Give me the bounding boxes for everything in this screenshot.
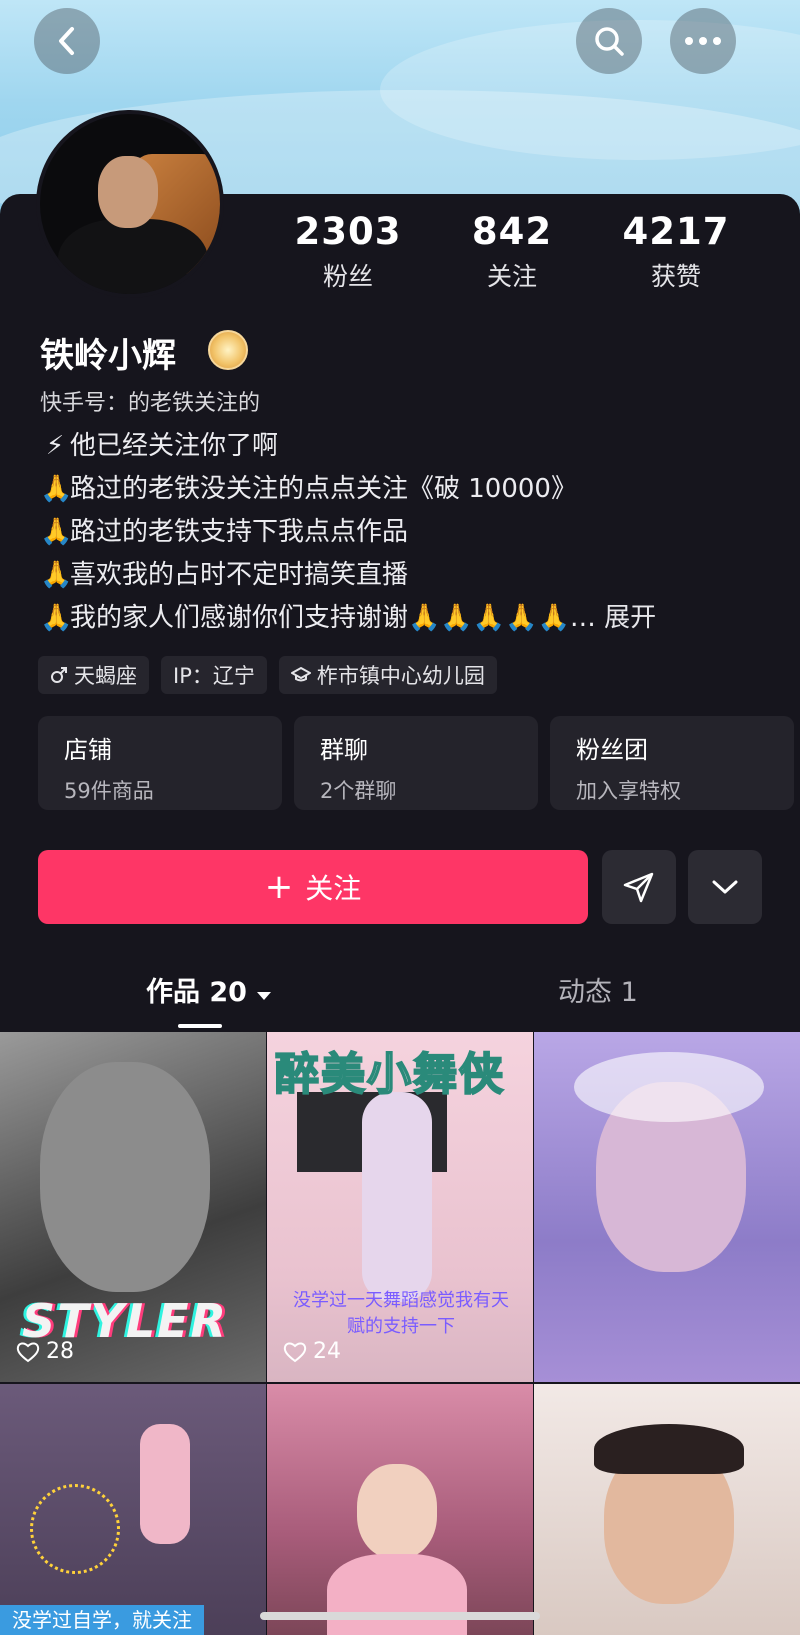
medal-badge-icon[interactable] [208, 330, 248, 370]
stat-value: 4217 [622, 210, 730, 253]
expand-link[interactable]: 展开 [604, 603, 656, 633]
video-thumbnail[interactable] [267, 1384, 533, 1635]
profile-tags: 天蝎座 IP：辽宁 柞市镇中心幼儿园 [38, 656, 497, 694]
stat-value: 2303 [294, 210, 402, 253]
chevron-left-icon [59, 27, 74, 55]
stat-following[interactable]: 842 关注 [432, 210, 592, 293]
video-thumbnail[interactable]: 醉美小舞侠 没学过一天舞蹈感觉我有天赋的支持一下 24 [267, 1032, 533, 1382]
bio-line: ⚡ 他已经关注你了啊 [40, 425, 780, 468]
profile-name: 铁岭小辉 [40, 336, 176, 376]
plus-icon: + [264, 867, 294, 907]
stat-label: 粉丝 [322, 262, 373, 291]
stat-label: 获赞 [650, 262, 701, 291]
tag-zodiac: 天蝎座 [38, 656, 149, 694]
video-thumbnail[interactable] [534, 1032, 800, 1382]
back-button[interactable] [34, 8, 100, 74]
video-caption: 没学过自学，就关注 [0, 1605, 204, 1635]
bio-line: 🙏喜欢我的占时不定时搞笑直播 [40, 554, 780, 597]
pray-icon: 🙏 [40, 560, 73, 590]
video-caption: 没学过一天舞蹈感觉我有天赋的支持一下 [293, 1290, 509, 1337]
follow-label: 关注 [305, 872, 362, 905]
chevron-down-icon [712, 880, 738, 894]
avatar[interactable] [36, 110, 224, 298]
video-likes: 28 [16, 1339, 74, 1364]
pray-icon: 🙏🙏🙏🙏🙏 [408, 603, 570, 633]
dropdown-button[interactable] [688, 850, 762, 924]
send-icon [623, 872, 654, 903]
video-grid: STYLER 28 醉美小舞侠 没学过一天舞蹈感觉我有天赋的支持一下 24 没学… [0, 1032, 800, 1635]
more-button[interactable] [670, 8, 736, 74]
search-icon [595, 27, 624, 56]
tile-fan-club[interactable]: 粉丝团 加入享特权 [550, 716, 794, 810]
caret-down-icon [257, 992, 272, 1000]
video-thumbnail[interactable]: 没学过自学，就关注 [0, 1384, 266, 1635]
home-indicator [260, 1612, 540, 1620]
heart-icon [283, 1342, 307, 1362]
profile-bio: 快手号：的老铁关注的 ⚡ 他已经关注你了啊 🙏路过的老铁没关注的点点关注《破 10… [40, 382, 780, 640]
pray-icon: 🙏 [40, 517, 73, 547]
stat-value: 842 [471, 210, 553, 253]
bio-line: 🙏我的家人们感谢你们支持谢谢🙏🙏🙏🙏🙏… 展开 [40, 597, 780, 640]
stat-label: 关注 [486, 262, 537, 291]
tag-school[interactable]: 柞市镇中心幼儿园 [278, 656, 497, 694]
stat-fans[interactable]: 2303 粉丝 [268, 210, 428, 293]
tab-indicator [178, 1024, 222, 1028]
tab-works[interactable]: 作品 20 [146, 970, 272, 1009]
share-button[interactable] [602, 850, 676, 924]
profile-tiles: 店铺 59件商品 群聊 2个群聊 粉丝团 加入享特权 [38, 716, 794, 810]
video-thumbnail[interactable]: STYLER 28 [0, 1032, 266, 1382]
video-likes: 24 [283, 1339, 341, 1364]
bio-line: 🙏路过的老铁支持下我点点作品 [40, 511, 780, 554]
pray-icon: 🙏 [40, 474, 73, 504]
tag-ip: IP：辽宁 [161, 656, 267, 694]
tile-shop[interactable]: 店铺 59件商品 [38, 716, 282, 810]
bio-line: 快手号：的老铁关注的 [40, 391, 261, 416]
male-icon [51, 667, 67, 683]
tile-group-chat[interactable]: 群聊 2个群聊 [294, 716, 538, 810]
more-icon [685, 37, 721, 45]
follow-button[interactable]: + 关注 [38, 850, 588, 924]
pray-icon: 🙏 [40, 603, 73, 633]
video-title: 醉美小舞侠 [274, 1048, 505, 1101]
lightning-icon: ⚡ [45, 431, 65, 461]
search-button[interactable] [576, 8, 642, 74]
tab-moments[interactable]: 动态 1 [558, 970, 638, 1009]
stat-likes[interactable]: 4217 获赞 [596, 210, 756, 293]
school-icon [290, 667, 311, 682]
bio-line: 🙏路过的老铁没关注的点点关注《破 10000》 [40, 468, 780, 511]
heart-icon [16, 1342, 40, 1362]
video-thumbnail[interactable] [534, 1384, 800, 1635]
